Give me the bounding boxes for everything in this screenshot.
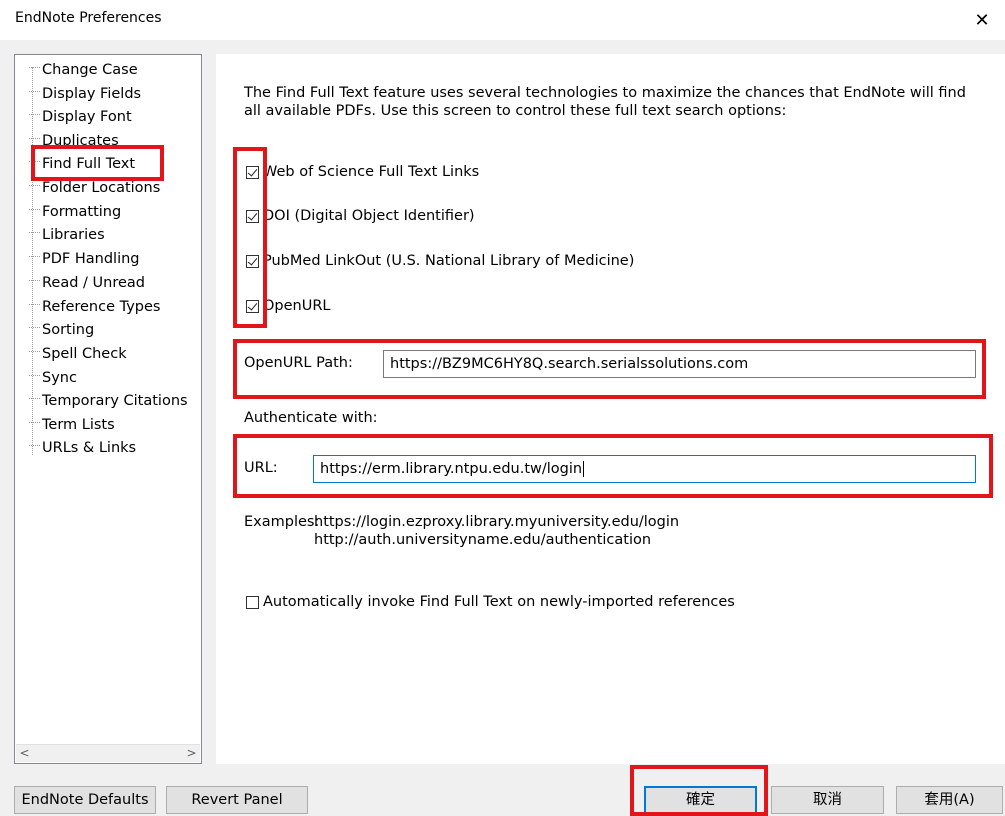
tree-item-change-case[interactable]: Change Case (29, 59, 138, 81)
example-url-1: https://login.ezproxy.library.myuniversi… (314, 514, 680, 530)
title-bar: EndNote Preferences ✕ (0, 0, 1005, 40)
tree-item-pdf-handling[interactable]: PDF Handling (29, 248, 140, 270)
tree-item-reference-types[interactable]: Reference Types (29, 296, 161, 318)
option-web-of-science[interactable]: Web of Science Full Text Links (246, 162, 479, 182)
cancel-button[interactable]: 取消 (771, 786, 884, 814)
tree-item-display-fields[interactable]: Display Fields (29, 83, 141, 105)
authenticate-label: Authenticate with: (244, 410, 378, 426)
tree-item-temporary-citations[interactable]: Temporary Citations (29, 390, 188, 412)
highlight-find-full-text (31, 145, 164, 181)
highlight-ok-button (630, 765, 768, 816)
highlight-openurl-path (233, 339, 986, 399)
tree-item-spell-check[interactable]: Spell Check (29, 343, 127, 365)
option-pubmed-linkout[interactable]: PubMed LinkOut (U.S. National Library of… (246, 251, 634, 271)
endnote-defaults-button[interactable]: EndNote Defaults (14, 786, 156, 814)
close-icon: ✕ (974, 9, 990, 31)
highlight-url (233, 434, 993, 498)
window-title: EndNote Preferences (15, 10, 162, 26)
highlight-checkboxes (233, 147, 267, 328)
tree-item-display-font[interactable]: Display Font (29, 106, 132, 128)
tree-item-libraries[interactable]: Libraries (29, 224, 105, 246)
option-doi[interactable]: DOI (Digital Object Identifier) (246, 206, 475, 226)
apply-button[interactable]: 套用(A) (896, 786, 1003, 814)
panel-description: The Find Full Text feature uses several … (244, 85, 966, 119)
tree-item-term-lists[interactable]: Term Lists (29, 414, 115, 436)
horizontal-scrollbar[interactable]: < > (16, 744, 200, 762)
option-auto-invoke[interactable]: Automatically invoke Find Full Text on n… (246, 592, 735, 612)
tree-item-urls-links[interactable]: URLs & Links (29, 437, 136, 459)
find-full-text-panel: The Find Full Text feature uses several … (216, 54, 1005, 764)
scroll-right-icon[interactable]: > (183, 745, 200, 762)
revert-panel-button[interactable]: Revert Panel (166, 786, 308, 814)
close-button[interactable]: ✕ (959, 0, 1005, 40)
tree-item-formatting[interactable]: Formatting (29, 201, 121, 223)
scroll-left-icon[interactable]: < (16, 745, 33, 762)
example-url-2: http://auth.universityname.edu/authentic… (314, 532, 652, 548)
tree-item-sync[interactable]: Sync (29, 367, 77, 389)
tree-item-read-unread[interactable]: Read / Unread (29, 272, 145, 294)
checkbox-auto-invoke[interactable] (246, 595, 259, 609)
examples-label: Examples: (244, 514, 320, 530)
tree-item-sorting[interactable]: Sorting (29, 319, 94, 341)
